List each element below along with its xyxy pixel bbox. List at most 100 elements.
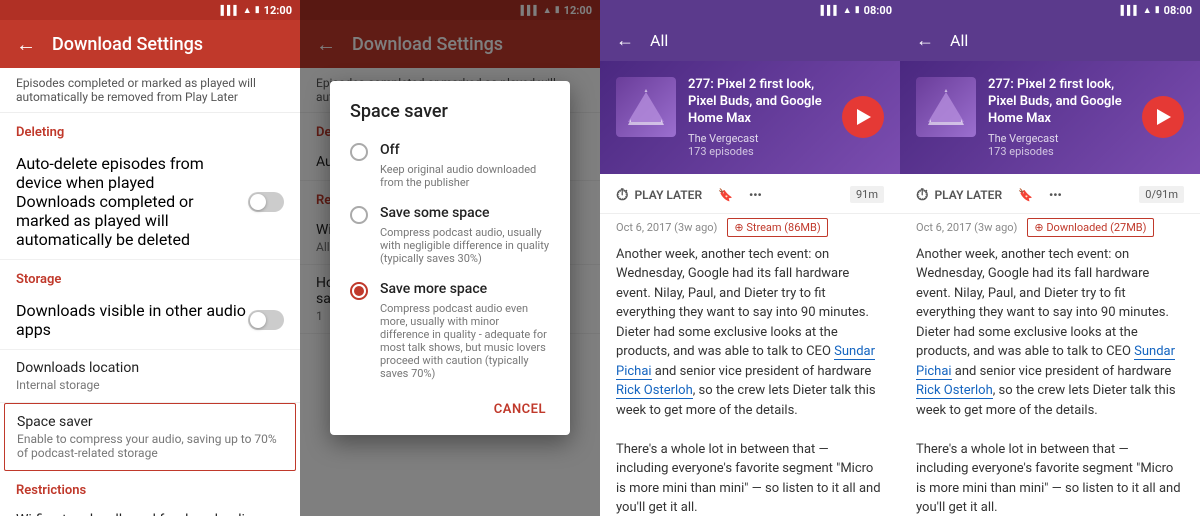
play-later-icon-4: ⏱ [916,185,928,205]
wifi-icon-4: ▲ [1143,5,1152,16]
podcast-back-button-4[interactable]: ← [916,30,934,51]
podcast-status-bar-3: ▌▌▌ ▲ ▮ 08:00 [600,0,900,20]
radio-option-off[interactable]: Off Keep original audio downloaded from … [330,134,570,197]
visible-other-apps-label-1: Downloads visible in other audio apps [16,301,248,339]
section-storage-1: Storage [0,260,300,291]
episode-body-3: Another week, another tech event: on Wed… [600,241,900,516]
settings-header-1: ← Download Settings [0,20,300,68]
sundar-link-4[interactable]: Sundar Pichai [916,344,1175,380]
wifi-icon: ▲ [243,5,252,16]
more-button-3[interactable]: ••• [749,188,762,202]
podcast-header-3: ← All [600,20,900,61]
downloads-location-label-1: Downloads location [16,360,284,376]
radio-option-more[interactable]: Save more space Compress podcast audio e… [330,273,570,388]
podcast-actions-3: ⏱ PLAY LATER 🔖 ••• 91m [600,177,900,214]
auto-delete-item-1[interactable]: Auto-delete episodes from device when pl… [0,144,300,260]
podcast-info-4: 277: Pixel 2 first look, Pixel Buds, and… [988,77,1130,158]
play-icon-3 [857,109,871,125]
podcast-nav-title-4: All [950,31,968,50]
radio-some-label: Save some space [380,205,490,221]
panel-3-podcast: ▌▌▌ ▲ ▮ 08:00 ← All 277: Pixel 2 first l… [600,0,900,516]
play-icon-4 [1157,109,1171,125]
status-icons-1: ▌▌▌ ▲ ▮ [221,5,260,16]
visible-other-apps-item-1[interactable]: Downloads visible in other audio apps [0,291,300,350]
podcast-status-icons-3: ▌▌▌ ▲ ▮ [821,5,860,16]
bookmark-button-3[interactable]: 🔖 [718,188,733,202]
settings-content-1: Episodes completed or marked as played w… [0,68,300,516]
podcast-header-4: ← All [900,20,1200,61]
episode-text-3: Another week, another tech event: on Wed… [616,245,884,421]
signal-icon-4: ▌▌▌ [1121,5,1140,16]
episode-meta-row-4: Oct 6, 2017 (3w ago) ⊕ Downloaded (27MB) [900,214,1200,241]
radio-option-some[interactable]: Save some space Compress podcast audio, … [330,197,570,273]
podcast-hero-3: 277: Pixel 2 first look, Pixel Buds, and… [600,61,900,174]
panel-4-podcast-downloaded: ▌▌▌ ▲ ▮ 08:00 ← All 277: Pixel 2 first l… [900,0,1200,516]
status-bar-1: ▌▌▌ ▲ ▮ 12:00 [0,0,300,20]
podcast-back-button-3[interactable]: ← [616,30,634,51]
play-button-3[interactable] [842,96,884,138]
auto-delete-toggle-1[interactable] [248,192,284,212]
play-later-label-3: PLAY LATER [634,188,702,202]
battery-icon: ▮ [255,5,260,15]
show-name-4: The Vergecast [988,132,1130,145]
rick-link-3[interactable]: Rick Osterloh [616,383,693,399]
downloaded-badge-4[interactable]: ⊕ Downloaded (27MB) [1027,218,1153,237]
space-saver-item-1[interactable]: Space saver Enable to compress your audi… [4,403,296,471]
play-later-button-3[interactable]: ⏱ PLAY LATER [616,185,702,205]
radio-more-desc: Compress podcast audio even more, usuall… [380,302,550,380]
battery-icon-3: ▮ [855,5,860,15]
downloads-location-item-1[interactable]: Downloads location Internal storage [0,350,300,403]
visible-other-apps-toggle-1[interactable] [248,310,284,330]
wifi-icon-3: ▲ [843,5,852,16]
rick-link-4[interactable]: Rick Osterloh [916,383,993,399]
play-later-button-4[interactable]: ⏱ PLAY LATER [916,185,1002,205]
modal-actions: CANCEL [330,388,570,427]
episode-count-4: 173 episodes [988,145,1130,158]
radio-off-label: Off [380,142,400,158]
status-time-1: 12:00 [264,4,292,17]
radio-some-desc: Compress podcast audio, usually with neg… [380,226,550,265]
podcast-hero-4: 277: Pixel 2 first look, Pixel Buds, and… [900,61,1200,174]
episode-title-3: 277: Pixel 2 first look, Pixel Buds, and… [688,77,830,128]
episode-body-4: Another week, another tech event: on Wed… [900,241,1200,516]
play-later-label-4: PLAY LATER [934,188,1002,202]
signal-icon-3: ▌▌▌ [821,5,840,16]
episode-meta-3: Oct 6, 2017 (3w ago) [616,221,717,234]
episode-title-4: 277: Pixel 2 first look, Pixel Buds, and… [988,77,1130,128]
podcast-status-icons-4: ▌▌▌ ▲ ▮ [1121,5,1160,16]
back-button-1[interactable]: ← [16,32,36,57]
play-later-icon-3: ⏱ [616,185,628,205]
modal-cancel-button[interactable]: CANCEL [486,396,554,423]
radio-off-circle[interactable] [350,143,368,161]
verge-triangle-icon-3 [628,92,664,122]
section-restrictions-1: Restrictions [0,471,300,502]
auto-delete-desc-1: Downloads completed or marked as played … [16,192,248,249]
podcast-status-time-4: 08:00 [1164,4,1192,17]
auto-delete-label-1: Auto-delete episodes from device when pl… [16,154,248,192]
bookmark-button-4[interactable]: 🔖 [1018,188,1033,202]
podcast-logo-4 [916,77,976,137]
radio-more-circle[interactable] [350,282,368,300]
episode-meta-row-3: Oct 6, 2017 (3w ago) ⊕ Stream (86MB) [600,214,900,241]
stream-badge-3[interactable]: ⊕ Stream (86MB) [727,218,827,237]
duration-badge-3: 91m [850,186,884,203]
wifi-networks-item-1[interactable]: Wi-fi networks allowed for downloading A… [0,502,300,516]
modal-overlay[interactable]: Space saver Off Keep original audio down… [300,0,600,516]
podcast-nav-title-3: All [650,31,668,50]
space-saver-dialog: Space saver Off Keep original audio down… [330,81,570,435]
episode-text2-3: There's a whole lot in between that — in… [616,440,884,516]
wifi-networks-label-1: Wi-fi networks allowed for downloading [16,512,284,516]
panel-2-download-settings-modal: ▌▌▌ ▲ ▮ 12:00 ← Download Settings Episod… [300,0,600,516]
top-note-1: Episodes completed or marked as played w… [0,68,300,113]
sundar-link-3[interactable]: Sundar Pichai [616,344,875,380]
more-button-4[interactable]: ••• [1049,188,1062,202]
battery-icon-4: ▮ [1155,5,1160,15]
episode-text2-4: There's a whole lot in between that — in… [916,440,1184,516]
verge-triangle-icon-4 [928,92,964,122]
play-button-4[interactable] [1142,96,1184,138]
radio-more-label: Save more space [380,281,487,297]
radio-some-circle[interactable] [350,206,368,224]
podcast-status-time-3: 08:00 [864,4,892,17]
podcast-logo-3 [616,77,676,137]
duration-badge-4: 0/91m [1139,186,1184,203]
